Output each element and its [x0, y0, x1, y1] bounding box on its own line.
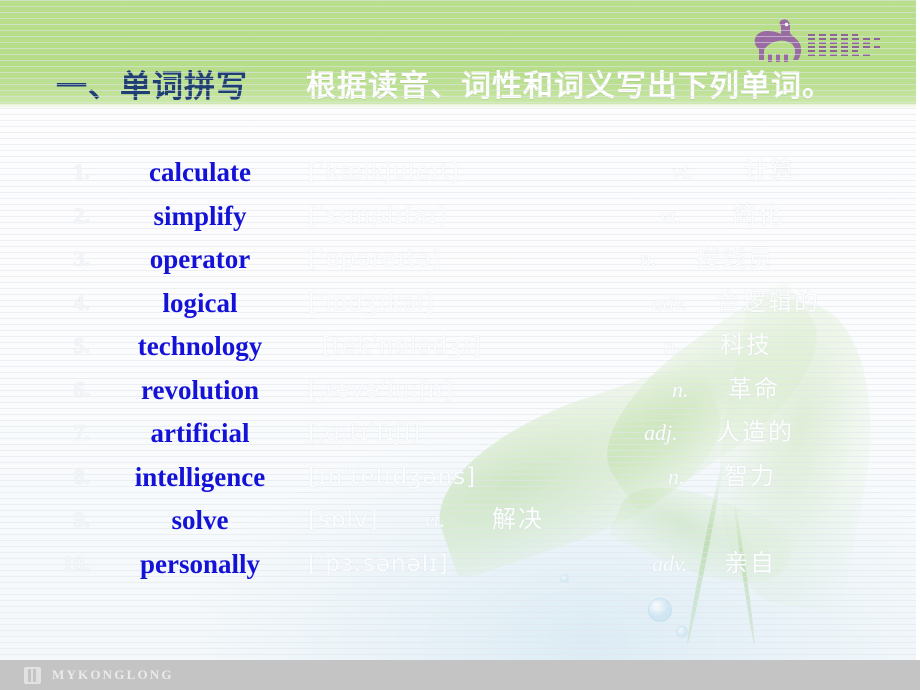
row-part-of-speech: n. — [668, 463, 685, 489]
row-part-of-speech: n. — [640, 246, 657, 271]
page-subtitle: 根据读音、词性和词义写出下列单词。 — [306, 70, 833, 103]
row-part-of-speech: vt. — [660, 202, 682, 228]
row-part-of-speech: vt. — [672, 159, 694, 184]
row-word: calculate — [149, 157, 251, 187]
row-meaning: 解决 — [492, 507, 544, 533]
row-word: intelligence — [134, 461, 266, 492]
word-row: 8. intelligence [ɪnˈtelɪdʒəns] n. 智力 — [0, 457, 920, 501]
row-word: operator — [149, 244, 251, 274]
row-meaning: 简化 — [732, 202, 784, 229]
right-edge-border — [916, 0, 920, 660]
row-number: 2. — [73, 202, 91, 228]
row-phonetic: [ˌrevəˈluːʃn] — [308, 376, 454, 403]
row-word: technology — [137, 331, 263, 361]
row-number: 7. — [73, 420, 91, 445]
word-list: 1. calculate [ˈkælkjuleɪt] vt. 计算 2. sim… — [0, 152, 920, 587]
row-phonetic: [ˌɑːtɪˈfɪʃl] — [308, 420, 422, 446]
word-row: 4. logical [ˈlɒdʒɪkəl] adv. 合逻辑的 — [0, 283, 920, 327]
row-phonetic: [ˈsɪmplɪfaɪ] — [308, 202, 448, 229]
row-meaning: 人造的 — [716, 420, 794, 446]
row-number: 4. — [73, 289, 91, 315]
row-number: 8. — [73, 463, 91, 489]
row-part-of-speech: vt. — [424, 507, 446, 532]
row-phonetic: [ˈkælkjuleɪt] — [308, 159, 460, 185]
row-part-of-speech: adv. — [652, 289, 688, 315]
row-part-of-speech: n. — [672, 376, 689, 402]
word-row: 10. personally [ˈpɜːsənəlɪ] adv. 亲自 — [0, 544, 920, 588]
mykonglong-mark-icon — [24, 667, 41, 684]
word-row: 3. operator [ˈɒpəreɪtə] n. 接线员 — [0, 239, 920, 283]
word-row: 6. revolution [ˌrevəˈluːʃn] n. 革命 — [0, 370, 920, 414]
row-number: 10. — [62, 550, 91, 576]
word-row: 7. artificial [ˌɑːtɪˈfɪʃl] adj. 人造的 — [0, 413, 920, 457]
row-meaning: 计算 — [744, 159, 796, 185]
footer-brand: MYKONGLONG — [52, 667, 174, 682]
row-number: 5. — [73, 333, 91, 358]
row-phonetic: [sɒlv] — [308, 507, 379, 533]
row-number: 1. — [73, 159, 91, 184]
row-word: revolution — [140, 374, 259, 405]
row-meaning: 革命 — [728, 376, 780, 403]
row-phonetic: [ɪnˈtelɪdʒəns] — [308, 463, 477, 490]
dinosaur-logo-icon — [752, 16, 810, 64]
row-word: logical — [162, 287, 238, 318]
row-number: 3. — [73, 246, 91, 271]
header-title-row: 一、单词拼写 根据读音、词性和词义写出下列单词。 — [0, 68, 920, 108]
row-word: solve — [171, 505, 229, 535]
row-number: 6. — [73, 376, 91, 402]
row-word: simplify — [153, 200, 247, 231]
row-word: personally — [139, 548, 260, 579]
row-number: 9. — [73, 507, 91, 532]
row-meaning: 亲自 — [724, 550, 776, 577]
row-meaning: 合逻辑的 — [716, 289, 820, 316]
page-title: 一、单词拼写 — [56, 69, 248, 104]
row-meaning: 接线员 — [696, 246, 774, 272]
footer-bar: MYKONGLONG — [0, 660, 920, 690]
row-word: artificial — [150, 418, 250, 448]
row-part-of-speech: n. — [664, 333, 681, 358]
word-row: 5. technology [tekˈnɒlədʒɪ] n. 科技 — [0, 326, 920, 370]
word-row: 9. solve [sɒlv] vt. 解决 — [0, 500, 920, 544]
row-phonetic: [ˈpɜːsənəlɪ] — [308, 550, 449, 577]
word-row: 1. calculate [ˈkælkjuleɪt] vt. 计算 — [0, 152, 920, 196]
row-phonetic: [ˈlɒdʒɪkəl] — [308, 289, 435, 316]
row-part-of-speech: adj. — [644, 420, 678, 445]
row-phonetic: [tekˈnɒlədʒɪ] — [322, 333, 482, 359]
slide-canvas: 一、单词拼写 根据读音、词性和词义写出下列单词。 1. calculate [ˈ… — [0, 0, 920, 690]
row-meaning: 智力 — [724, 463, 776, 490]
logo-wordmark-icon — [808, 34, 880, 64]
word-row: 2. simplify [ˈsɪmplɪfaɪ] vt. 简化 — [0, 196, 920, 240]
row-phonetic: [ˈɒpəreɪtə] — [308, 246, 442, 272]
row-meaning: 科技 — [720, 333, 772, 359]
row-part-of-speech: adv. — [652, 550, 688, 576]
